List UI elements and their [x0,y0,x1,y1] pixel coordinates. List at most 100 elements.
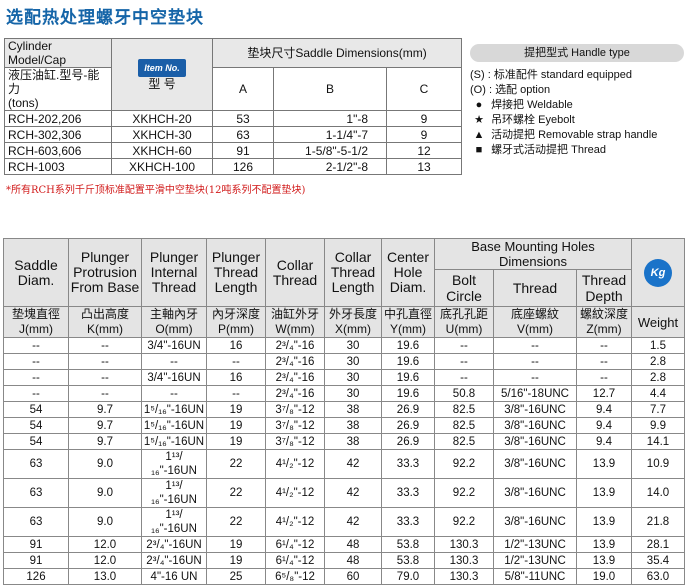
base-thread-cell: 5/16"-18UNC [493,385,577,402]
a-cell: 91 [212,142,274,159]
center-hole-cell: 26.9 [381,433,435,450]
legend-text: 吊环螺栓 Eyebolt [491,114,575,126]
bolt-circle-cell: -- [434,369,494,386]
b-cell: 1-5/8"-5-1/2 [273,142,387,159]
collar-thread-cell: 6¹/₄"-12 [265,536,325,553]
protrusion-cell: 9.0 [68,507,142,537]
bolt-circle-cell: 50.8 [434,385,494,402]
bolt-circle-cell: 130.3 [434,552,494,569]
bolt-circle-header: Bolt Circle [434,269,494,307]
protrusion-cell: -- [68,385,142,402]
protrusion-cn: 凸出高度 [80,307,129,321]
base-thread-cell: 3/8"-16UNC [493,401,577,418]
protrusion-unit: K(mm) [87,322,123,336]
internal-cn: 主軸內牙 [149,307,198,321]
internal-thread-cell: 1⁵/₁₆"-16UN [141,401,207,418]
collar-thread-cell: 4¹/₂"-12 [265,449,325,479]
collar-len-cn-header: 外牙長度 X(mm) [324,306,382,338]
thread-length-cell: 22 [206,478,266,508]
type-header: 型 号 [148,76,176,91]
saddle-model-table: Cylinder Model/Cap Item No. 型 号 垫块尺寸Sadd… [4,38,462,175]
weight-cell: 21.8 [631,507,685,537]
weight-cell: 28.1 [631,536,685,553]
legend-item: (S) : 标准配件 standard equipped [470,68,684,83]
dims-header: 垫块尺寸Saddle Dimensions(mm) [212,38,462,68]
saddle-cell: -- [3,369,69,386]
saddle-cn: 垫塊直徑 [11,307,60,321]
square-icon: ■ [475,144,483,156]
collar-thread-cell: 6⁵/₈"-12 [265,568,325,585]
model-cell: RCH-202,206 [4,110,112,127]
collar-length-cell: 38 [324,433,382,450]
bolt-circle-cell: 92.2 [434,507,494,537]
collar-length-cell: 42 [324,449,382,479]
model-header-cn: 液压油缸.型号-能力 [8,68,100,96]
saddle-cell: -- [3,337,69,354]
internal-thread-header: Plunger Internal Thread [141,238,207,307]
thread-length-cell: 22 [206,507,266,537]
thread-depth-cell: 13.9 [576,536,632,553]
type-cell: XKHCH-100 [111,158,213,175]
table-row: -- -- 3/4"-16UN 16 2³/₄"-16 30 19.6 -- -- -- 1.5 [3,337,685,354]
circle-icon: ● [475,99,483,111]
center-hole-cell: 19.6 [381,385,435,402]
table-row: 63 9.0 1¹³/₁₆"-16UN 22 4¹/₂"-12 42 33.3 92.2 3/8… [3,507,685,537]
protrusion-cell: 12.0 [68,536,142,553]
a-cell: 63 [212,126,274,143]
depth-unit: Z(mm) [586,322,622,336]
thread-depth-cell: 13.9 [576,507,632,537]
protrusion-cell: 9.7 [68,417,142,434]
protrusion-cell: -- [68,353,142,370]
thread-depth-cell: 13.9 [576,552,632,569]
collar-thread-cell: 2³/₄"-16 [265,337,325,354]
protrusion-cell: -- [68,337,142,354]
tlength-cn-header: 內牙深度 P(mm) [206,306,266,338]
col-a-header: A [212,67,274,111]
collar-length-cell: 60 [324,568,382,585]
thread-cn-header: 底座螺紋 V(mm) [493,306,577,338]
thread-depth-cell: 19.0 [576,568,632,585]
tlength-cn: 內牙深度 [211,307,260,321]
type-cell: XKHCH-30 [111,126,213,143]
collar-thread-cell: 2³/₄"-16 [265,369,325,386]
saddle-cell: -- [3,385,69,402]
center-unit: Y(mm) [390,322,426,336]
bolt-unit: U(mm) [445,322,483,336]
collar-thread-cell: 3⁷/₈"-12 [265,417,325,434]
bolt-cn-header: 底孔孔距 U(mm) [434,306,494,338]
saddle-cell: 126 [3,568,69,585]
saddle-cell: 54 [3,401,69,418]
collar-thread-cell: 4¹/₂"-12 [265,507,325,537]
collar-thread-cell: 3⁷/₈"-12 [265,401,325,418]
model-cell: RCH-1003 [4,158,112,175]
collar-unit: W(mm) [275,322,315,336]
center-hole-cell: 19.6 [381,369,435,386]
legend-heading: 提把型式 Handle type [470,44,684,62]
col-b-header: B [273,67,387,111]
weight-kg-icon: Kg [644,258,672,287]
thread-length-cell: 19 [206,417,266,434]
thread-depth-cell: 9.4 [576,417,632,434]
collar-length-cell: 30 [324,353,382,370]
internal-thread-cell: 1¹³/₁₆"-16UN [141,507,207,537]
weight-cell: 14.1 [631,433,685,450]
center-hole-cell: 53.8 [381,536,435,553]
thread-depth-header: Thread Depth [576,269,632,307]
legend-text: 螺牙式活动提把 Thread [491,144,606,156]
thread-length-cell: 19 [206,552,266,569]
internal-thread-cell: 1⁵/₁₆"-16UN [141,417,207,434]
legend-text: 焊接把 Weldable [491,99,573,111]
saddle-cell: 63 [3,507,69,537]
handle-type-legend: 提把型式 Handle type (S) : 标准配件 standard equ… [470,44,684,158]
protrusion-header: Plunger Protrusion From Base [68,238,142,307]
bolt-circle-cell: -- [434,337,494,354]
specs-table-body: -- -- 3/4"-16UN 16 2³/₄"-16 30 19.6 -- -- -- 1.5 --… [3,337,685,585]
item-header: Item No. 型 号 [111,38,213,111]
protrusion-cell: 12.0 [68,552,142,569]
base-thread-cell: 3/8"-16UNC [493,417,577,434]
protrusion-cell: 9.0 [68,478,142,508]
collar-length-cell: 42 [324,507,382,537]
thread-depth-cell: 12.7 [576,385,632,402]
saddle-cell: 54 [3,417,69,434]
center-hole-cell: 33.3 [381,478,435,508]
